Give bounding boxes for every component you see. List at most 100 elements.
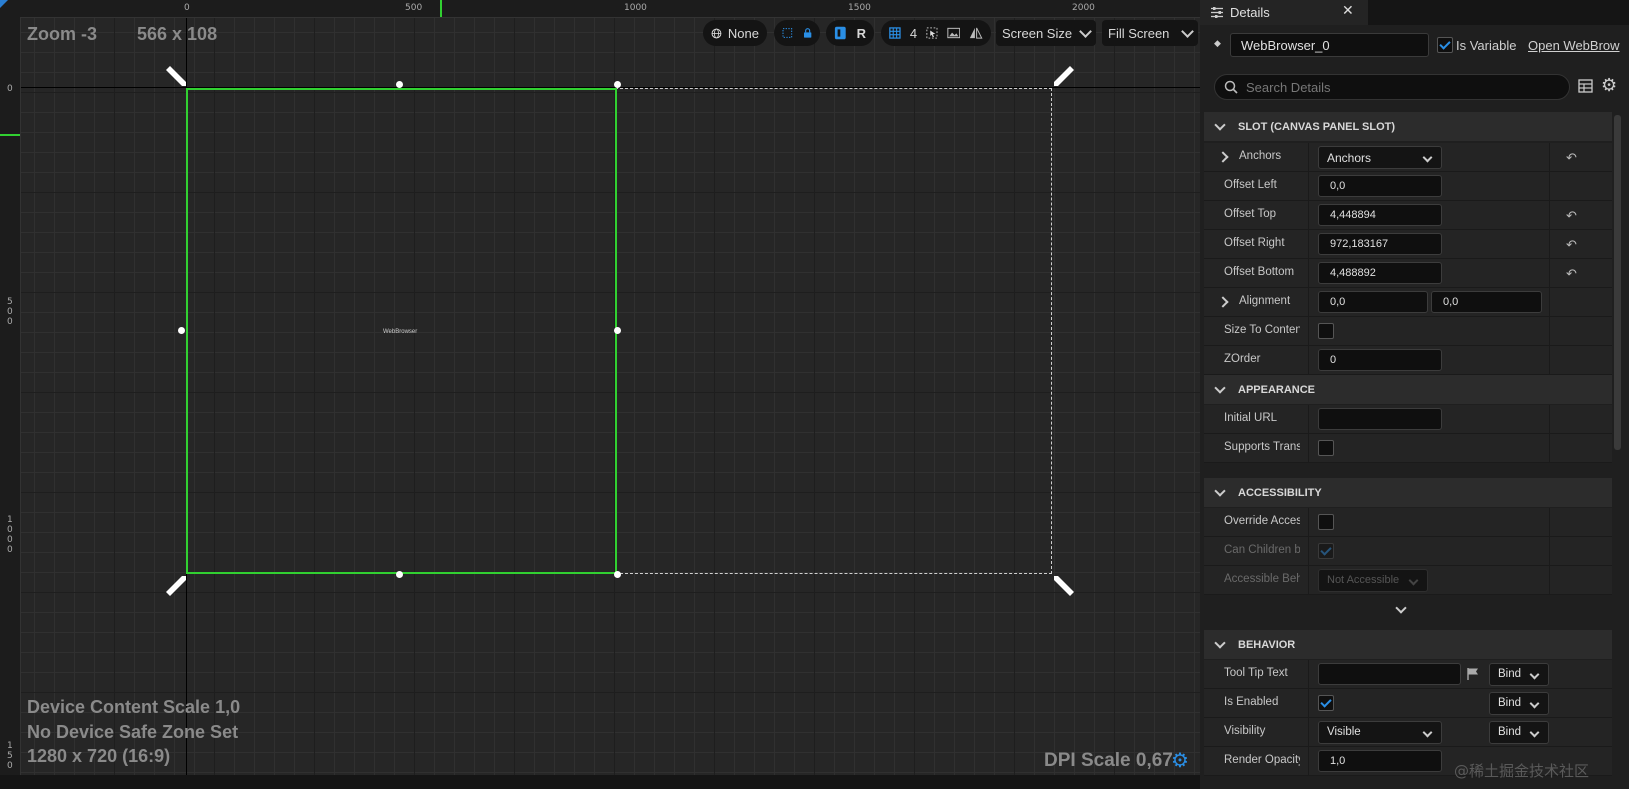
size-to-content-checkbox[interactable] [1318,323,1334,339]
reset-to-default-icon[interactable]: ↶ [1566,237,1577,253]
category-behavior[interactable]: BEHAVIOR [1204,630,1612,659]
accessible-behavior-value: Not Accessible [1327,574,1400,586]
render-opacity-input[interactable]: 1,0 [1318,750,1442,772]
details-scrollbar[interactable] [1614,115,1621,450]
grid-toolbar-group: 4 [881,20,991,46]
top-ruler[interactable]: 0 500 1000 1500 2000 [0,0,1200,18]
resize-handle-top[interactable] [396,81,403,88]
anchor-bottom-right-icon[interactable] [1052,574,1076,598]
offset-right-label: Offset Right [1224,237,1285,249]
image-preview-icon[interactable] [947,26,961,40]
alignment-x-input[interactable]: 0,0 [1318,291,1428,313]
reset-to-default-icon[interactable]: ↶ [1566,150,1577,166]
anchors-dropdown[interactable]: Anchors [1318,146,1442,169]
accessible-behavior-label: Accessible Beha [1224,573,1300,585]
ruler-label: 0 [7,535,13,545]
category-appearance[interactable]: APPEARANCE [1204,375,1612,404]
alignment-y-input[interactable]: 0,0 [1431,291,1542,313]
accessible-behavior-dropdown: Not Accessible [1318,569,1428,592]
resize-handle-bottom[interactable] [396,571,403,578]
grid-snap-value[interactable]: 4 [910,26,917,41]
offset-right-input[interactable]: 972,183167 [1318,233,1442,255]
visibility-dropdown[interactable]: Visible [1318,721,1442,744]
resize-handle-top-right[interactable] [614,81,621,88]
chevron-right-icon[interactable] [1217,151,1229,163]
respect-locks-toggle[interactable]: R [857,26,866,41]
category-accessibility[interactable]: ACCESSIBILITY [1204,478,1612,507]
cursor-position-marker [440,0,442,17]
offset-top-input[interactable]: 4,448894 [1318,204,1442,226]
reset-to-default-icon[interactable]: ↶ [1566,208,1577,224]
details-tab[interactable]: Details ✕ [1200,0,1368,25]
chevron-down-icon [1214,119,1226,131]
lock-icon[interactable] [803,25,812,41]
designer-viewport[interactable]: 0 500 1000 1500 2000 0 5 0 0 1 0 0 0 1 5… [0,0,1200,775]
chevron-down-icon [1529,669,1540,680]
select-cursor-icon[interactable] [926,26,938,40]
initial-url-label: Initial URL [1224,412,1278,424]
tooltip-bind-dropdown[interactable]: Bind [1489,663,1549,686]
supports-transparency-checkbox[interactable] [1318,440,1334,456]
screen-size-dropdown[interactable]: Screen Size [996,20,1096,46]
property-offset-right: Offset Right 972,183167 ↶ [1204,230,1612,259]
localization-preview-button[interactable]: None [703,20,767,46]
grid-snap-icon[interactable] [889,26,901,40]
open-webbrowser-link[interactable]: Open WebBrow [1528,38,1620,53]
dpi-settings-gear-icon[interactable]: ⚙ [1170,751,1190,771]
anchors-value: Anchors [1327,151,1372,165]
localize-flag-icon[interactable] [1466,667,1480,681]
property-supports-transparency: Supports Transp [1204,434,1612,463]
offset-left-input[interactable]: 0,0 [1318,175,1442,197]
search-details-input[interactable]: Search Details [1214,74,1570,100]
details-tab-bar: Details ✕ [1200,0,1629,25]
resize-handle-right[interactable] [614,327,621,334]
search-icon [1224,80,1238,94]
search-placeholder: Search Details [1246,80,1331,95]
resize-handle-left[interactable] [178,327,185,334]
anchor-top-right-icon[interactable] [1052,64,1076,88]
chevron-down-icon [1422,152,1433,163]
property-offset-top: Offset Top 4,448894 ↶ [1204,201,1612,230]
property-visibility: Visibility Visible Bind [1204,718,1612,747]
resize-handle-bottom-right[interactable] [614,571,621,578]
close-icon[interactable]: ✕ [1342,2,1354,19]
category-slot-label: SLOT (CANVAS PANEL SLOT) [1238,120,1396,133]
ruler-label: 0 [7,84,13,94]
override-accessible-checkbox[interactable] [1318,514,1334,530]
property-accessible-behavior: Accessible Beha Not Accessible [1204,566,1612,595]
widget-name-input[interactable]: WebBrowser_0 [1230,33,1429,57]
fill-screen-dropdown[interactable]: Fill Screen [1102,20,1198,46]
zorder-input[interactable]: 0 [1318,349,1442,371]
chevron-down-icon [1181,24,1194,38]
is-variable-checkbox[interactable] [1437,37,1453,53]
settings-gear-icon[interactable]: ⚙ [1601,75,1617,96]
property-alignment: Alignment 0,0 0,0 [1204,288,1612,317]
visibility-bind-dropdown[interactable]: Bind [1489,721,1549,744]
bind-label: Bind [1498,697,1522,709]
localization-label: None [727,25,759,41]
details-sliders-icon [1211,7,1223,18]
left-ruler[interactable]: 0 5 0 0 1 0 0 0 1 5 0 [0,17,21,775]
offset-top-label: Offset Top [1224,208,1276,220]
tooltip-text-input[interactable] [1318,663,1461,685]
layout-transform-icon[interactable] [834,25,847,41]
category-slot[interactable]: SLOT (CANVAS PANEL SLOT) [1204,112,1612,141]
marquee-select-icon[interactable] [782,25,793,41]
chevron-right-icon[interactable] [1217,296,1229,308]
mirror-flip-icon[interactable] [969,26,983,40]
reset-to-default-icon[interactable]: ↶ [1566,266,1577,282]
details-panel: Details ✕ ◆ WebBrowser_0 Is Variable Ope… [1200,0,1629,789]
is-enabled-checkbox[interactable] [1318,695,1334,711]
property-override-accessible: Override Access [1204,508,1612,537]
is-enabled-bind-dropdown[interactable]: Bind [1489,692,1549,715]
chevron-down-icon [1529,698,1540,709]
is-enabled-label: Is Enabled [1224,696,1279,708]
ruler-label: 2000 [1072,3,1095,13]
offset-bottom-input[interactable]: 4,488892 [1318,262,1442,284]
table-view-icon[interactable] [1578,79,1593,93]
size-to-content-label: Size To Content [1224,324,1300,336]
initial-url-input[interactable] [1318,408,1442,430]
anchor-top-left-icon[interactable] [164,64,188,88]
anchor-bottom-left-icon[interactable] [164,574,188,598]
advanced-expander[interactable] [1204,599,1612,625]
